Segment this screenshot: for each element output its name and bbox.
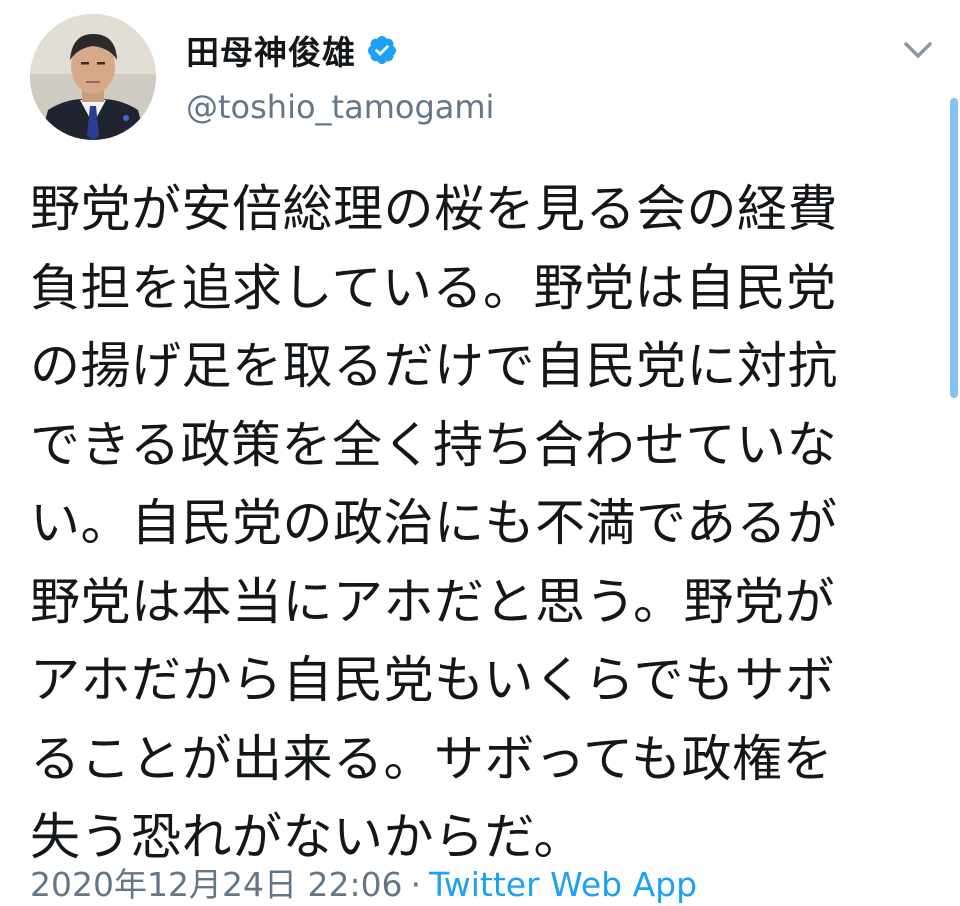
tweet-text-line: の揚げ足を取るだけで自民党に対抗: [30, 337, 838, 395]
tweet-text-line: 負担を追求している。野党は自民党: [30, 258, 837, 317]
tweet-text-line: ることが出来る。サボっても政権を: [30, 729, 833, 788]
scroll-indicator[interactable]: [950, 98, 958, 398]
author-name-row[interactable]: 田母神俊雄: [186, 28, 398, 72]
tweet-timestamp[interactable]: 2020年12月24日 22:06: [30, 865, 403, 904]
tweet-meta: 2020年12月24日 22:06 · Twitter Web App: [30, 858, 697, 906]
tweet-text-line: 野党が安倍総理の桜を見る会の経費: [30, 180, 838, 238]
tweet-text-line: できる政策を全く持ち合わせていな: [30, 415, 837, 474]
tweet-text: 野党が安倍総理の桜を見る会の経費 負担を追求している。野党は自民党 の揚げ足を取…: [30, 170, 930, 877]
tweet-text-line: い。自民党の政治にも不満であるが: [30, 494, 838, 552]
tweet-text-line: 野党は本当にアホだと思う。野党が: [30, 572, 835, 631]
tweet-source-link[interactable]: Twitter Web App: [429, 865, 697, 904]
meta-separator: ·: [410, 865, 422, 904]
tweet-text-line: アホだから自民党もいくらでもサボ: [30, 651, 836, 709]
verified-badge-icon: [367, 36, 396, 64]
chevron-down-icon[interactable]: [900, 36, 936, 64]
avatar[interactable]: [30, 14, 156, 140]
author-handle[interactable]: @toshio_tamogami: [186, 88, 494, 126]
tweet: 田母神俊雄 @toshio_tamogami 野党が安倍総理の桜を見る会の経費 …: [0, 0, 960, 904]
author-display-name[interactable]: 田母神俊雄: [186, 26, 356, 74]
profile-photo-icon: [30, 14, 156, 140]
